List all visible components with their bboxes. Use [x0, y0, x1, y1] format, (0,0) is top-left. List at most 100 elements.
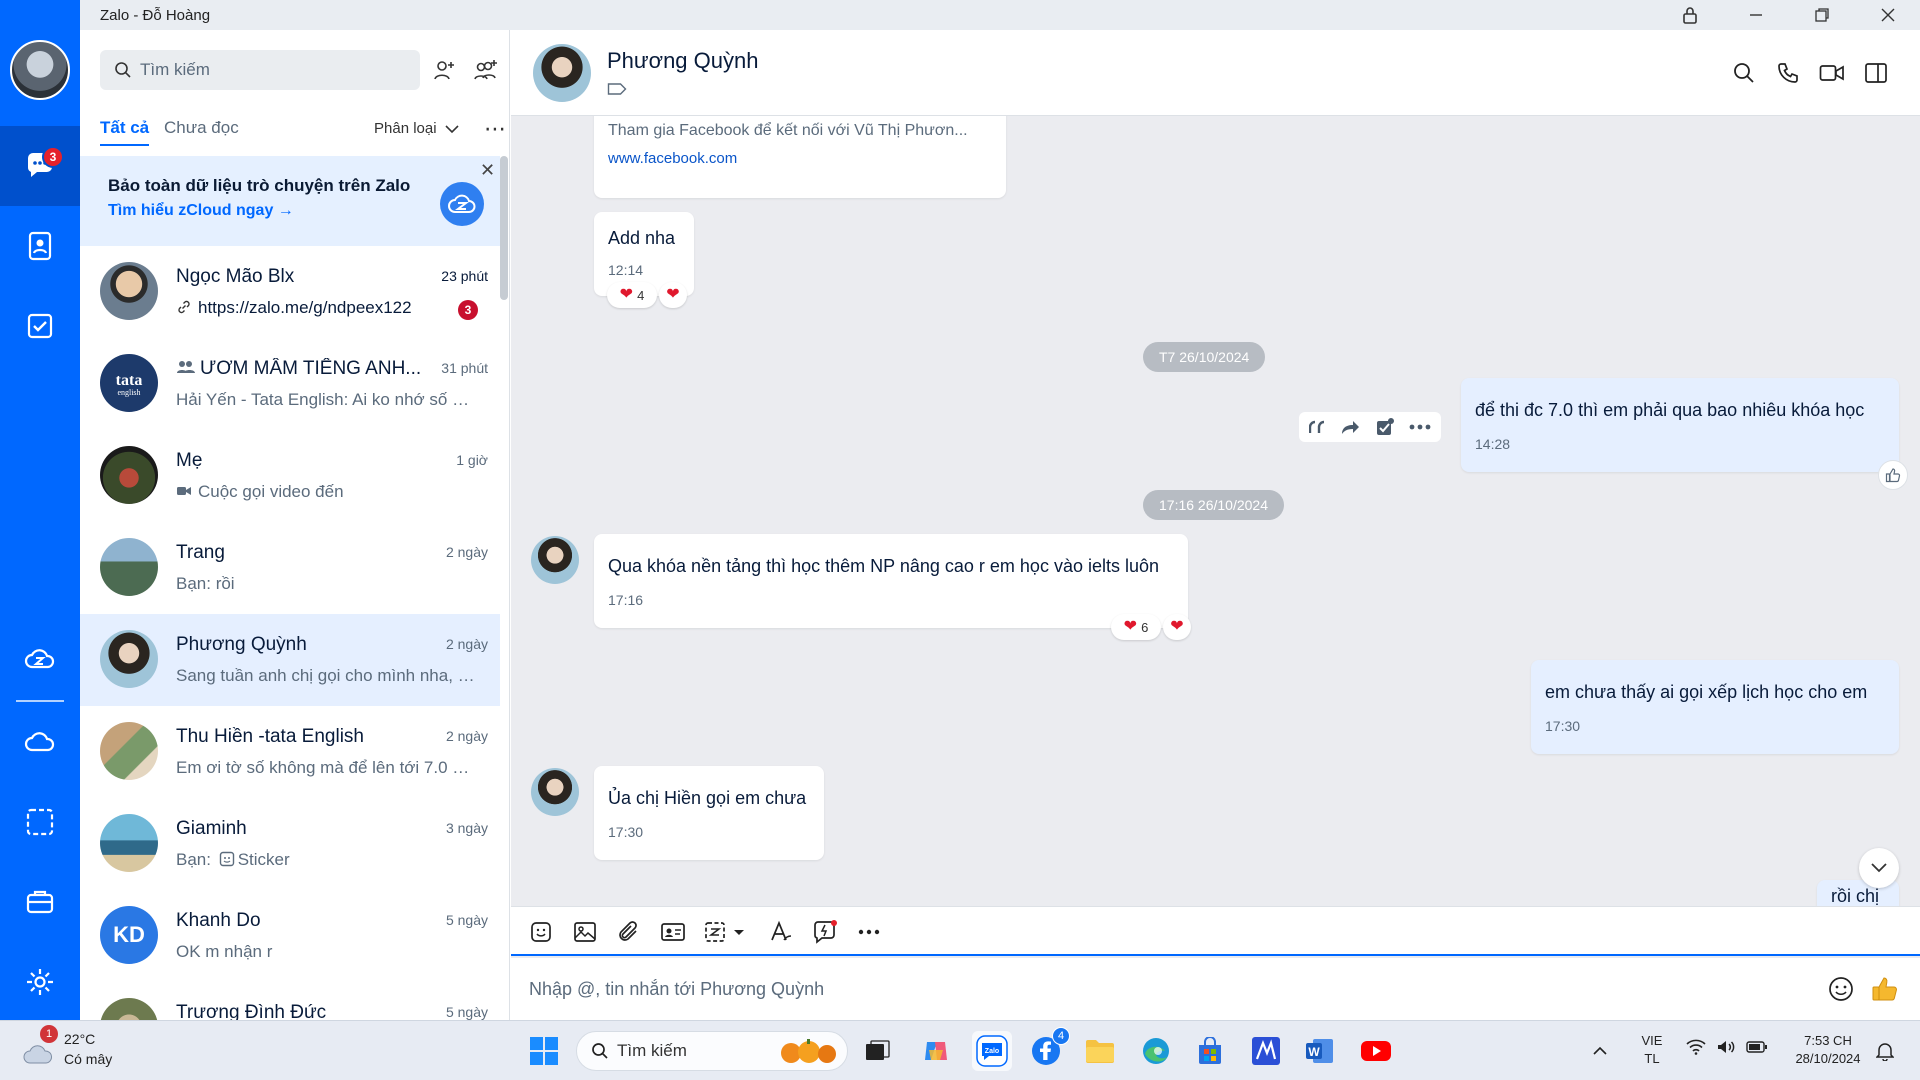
close-button[interactable] [1858, 0, 1918, 30]
search-bar[interactable] [100, 50, 420, 90]
conversation-item[interactable]: Mẹ 1 giờ Cuộc gọi video đến [80, 430, 500, 522]
message-bubble-mine[interactable]: để thi đc 7.0 thì em phải qua bao nhiêu … [1461, 378, 1899, 472]
sender-avatar[interactable] [531, 768, 579, 816]
youtube-icon [1361, 1041, 1391, 1061]
my-avatar[interactable] [10, 40, 70, 100]
conversation-item[interactable]: Trương Đình Đức 5 ngày [80, 982, 500, 1020]
task-view-button[interactable] [858, 1031, 898, 1071]
reaction-summary[interactable]: ❤ 4 [607, 282, 657, 308]
list-scrollbar[interactable] [500, 156, 508, 300]
weather-temp: 22°C [64, 1031, 96, 1047]
heart-icon: ❤ [1123, 618, 1138, 635]
word-button[interactable]: W [1300, 1031, 1340, 1071]
conversation-item[interactable]: Trang 2 ngày Bạn: rồi [80, 522, 500, 614]
add-friend-button[interactable] [426, 52, 462, 88]
toggle-info-panel-button[interactable] [1859, 56, 1893, 90]
notifications-button[interactable] [1875, 1041, 1895, 1066]
label-tag-icon[interactable] [607, 82, 627, 101]
contact-avatar[interactable] [533, 44, 591, 102]
rail-tools-button[interactable] [0, 862, 80, 942]
text-format-button[interactable] [765, 916, 797, 948]
rail-screenshot-button[interactable] [0, 782, 80, 862]
react-like-button[interactable] [1878, 460, 1908, 490]
forward-icon[interactable] [1341, 419, 1361, 435]
ms-store-button[interactable] [1190, 1031, 1230, 1071]
send-image-button[interactable] [569, 916, 601, 948]
system-tray-icons[interactable] [1686, 1039, 1768, 1055]
math-app-button[interactable] [1246, 1031, 1286, 1071]
os-taskbar: 1 22°C Có mây Tìm kiếm Zalo 4 W VIE TL 7… [0, 1020, 1920, 1080]
weather-widget[interactable]: 1 22°C Có mây [22, 1025, 142, 1073]
quick-message-button[interactable] [809, 916, 841, 948]
voice-call-button[interactable] [1771, 56, 1805, 90]
copilot-icon [925, 1042, 947, 1060]
rail-cloud-button[interactable] [0, 702, 80, 782]
scroll-to-bottom-button[interactable] [1859, 848, 1899, 888]
minimize-button[interactable] [1726, 0, 1786, 30]
facebook-taskbar-button[interactable]: 4 [1026, 1027, 1070, 1071]
file-explorer-button[interactable] [1080, 1031, 1120, 1071]
edge-browser-button[interactable] [1136, 1031, 1176, 1071]
rail-chat-button[interactable]: 3 [0, 126, 80, 206]
tray-overflow-button[interactable] [1592, 1043, 1608, 1061]
sender-avatar[interactable] [531, 536, 579, 584]
send-like-button[interactable] [1869, 973, 1901, 1005]
tab-unread[interactable]: Chưa đọc [164, 118, 239, 138]
more-options-icon[interactable] [1409, 424, 1431, 430]
composer-more-button[interactable] [853, 916, 885, 948]
attach-file-button[interactable] [613, 916, 645, 948]
search-input[interactable] [140, 60, 400, 80]
conversation-item[interactable]: Giaminh 3 ngày Bạn: Sticker [80, 798, 500, 890]
filter-dropdown[interactable]: Phân loại [374, 120, 459, 137]
react-heart-button[interactable]: ❤ [1163, 614, 1191, 640]
message-bubble[interactable]: Ủa chị Hiền gọi em chưa 17:30 [594, 766, 824, 860]
rail-todo-button[interactable] [0, 286, 80, 366]
sticker-button[interactable] [525, 916, 557, 948]
conversation-item[interactable]: KD Khanh Do 5 ngày OK m nhận r [80, 890, 500, 982]
rail-zcloud-button[interactable] [0, 620, 80, 700]
input-language[interactable]: VIE TL [1632, 1033, 1672, 1066]
promo-link[interactable]: Tìm hiểu zCloud ngay → [108, 202, 294, 220]
message-bubble-mine[interactable]: em chưa thấy ai gọi xếp lịch học cho em … [1531, 660, 1899, 754]
conversation-item-selected[interactable]: Phương Quỳnh 2 ngày Sang tuần anh chị gọ… [80, 614, 500, 706]
screenshot-button[interactable] [701, 916, 751, 948]
todo-check-icon[interactable] [1375, 417, 1395, 437]
message-text: để thi đc 7.0 thì em phải qua bao nhiêu … [1475, 400, 1865, 420]
clock[interactable]: 7:53 CH 28/10/2024 [1778, 1033, 1878, 1066]
contacts-icon [28, 231, 52, 261]
zalo-taskbar-button[interactable]: Zalo [972, 1031, 1012, 1071]
rail-settings-button[interactable] [0, 942, 80, 1022]
conversation-time: 2 ngày [445, 544, 488, 560]
copilot-button[interactable] [916, 1031, 956, 1071]
contact-name[interactable]: Phương Quỳnh [607, 48, 758, 74]
emoji-icon [1829, 977, 1853, 1001]
promo-close-icon[interactable]: ✕ [480, 160, 495, 181]
quote-icon[interactable] [1309, 420, 1327, 434]
conversation-item[interactable]: tata english ƯƠM MẦM TIẾNG ANH... 31 phút… [80, 338, 500, 430]
reaction-summary[interactable]: ❤ 6 [1111, 614, 1161, 640]
lock-icon[interactable] [1660, 0, 1720, 30]
youtube-button[interactable] [1356, 1031, 1396, 1071]
rail-contacts-button[interactable] [0, 206, 80, 286]
video-call-button[interactable] [1815, 56, 1849, 90]
conversation-item[interactable]: Thu Hiền -tata English 2 ngày Em ơi tờ s… [80, 706, 500, 798]
conversation-item[interactable]: Ngọc Mão Blx 23 phút https://zalo.me/g/n… [80, 246, 500, 338]
briefcase-icon [26, 890, 54, 914]
list-more-button[interactable]: ⋯ [484, 116, 507, 142]
avatar [100, 722, 158, 780]
start-button[interactable] [524, 1031, 564, 1071]
search-message-button[interactable] [1727, 56, 1761, 90]
link-preview-url[interactable]: www.facebook.com [608, 150, 737, 167]
taskbar-search[interactable]: Tìm kiếm [576, 1031, 848, 1071]
message-input[interactable] [529, 972, 1729, 1006]
emoji-button[interactable] [1825, 973, 1857, 1005]
link-preview-card[interactable]: Tham gia Facebook để kết nối với Vũ Thị … [594, 116, 1006, 198]
tab-all[interactable]: Tất cả [100, 118, 150, 146]
message-bubble[interactable]: Qua khóa nền tảng thì học thêm NP nâng c… [594, 534, 1188, 628]
svg-text:tata: tata [116, 372, 143, 389]
create-group-button[interactable] [468, 52, 504, 88]
restore-button[interactable] [1792, 0, 1852, 30]
message-text: em chưa thấy ai gọi xếp lịch học cho em [1545, 682, 1868, 702]
send-contact-card-button[interactable] [657, 916, 689, 948]
react-heart-button[interactable]: ❤ [659, 282, 687, 308]
